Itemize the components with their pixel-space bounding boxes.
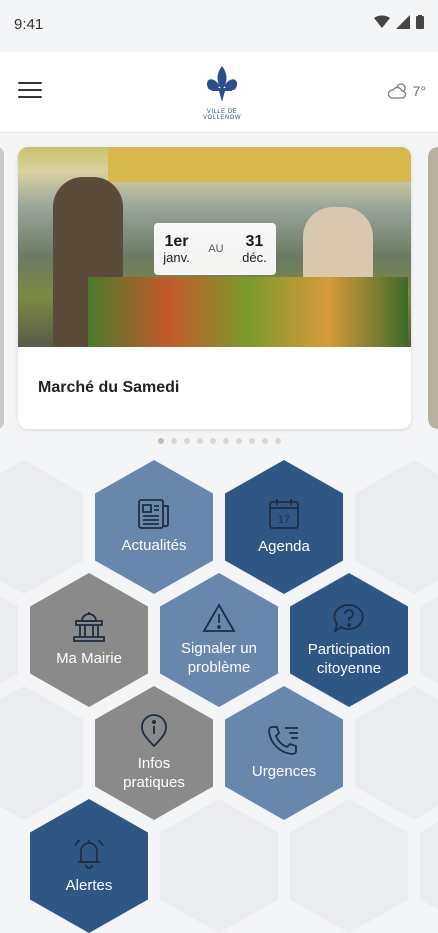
event-photo: 1er janv. AU 31 déc. <box>18 147 411 347</box>
tile-label: Alertes <box>65 877 113 895</box>
carousel-next-card[interactable] <box>428 147 438 429</box>
status-icons <box>374 15 424 29</box>
pagination-dot[interactable] <box>196 438 203 444</box>
calendar-icon: 17 <box>269 499 299 530</box>
tile-label: Actualités <box>121 537 187 555</box>
pagination-dot[interactable] <box>261 438 268 444</box>
carousel-prev-card[interactable] <box>0 147 4 429</box>
pagination-dot[interactable] <box>222 438 229 444</box>
pagination-dot[interactable] <box>248 438 255 444</box>
event-start-month: janv. <box>163 249 190 265</box>
pagination-dot[interactable] <box>170 438 177 444</box>
wifi-icon <box>374 15 390 28</box>
hex-placeholder <box>420 799 438 933</box>
cloud-sun-icon <box>387 83 406 99</box>
tile-label: Participation citoyenne <box>307 640 391 678</box>
weather-temperature: 7° <box>412 83 426 99</box>
tile-label: Signaler un problème <box>181 639 257 677</box>
phone-list-icon <box>268 726 298 756</box>
event-end-day: 31 <box>245 232 264 250</box>
status-bar: 9:41 <box>0 0 438 52</box>
weather-widget[interactable]: 7° <box>387 82 426 100</box>
question-bubble-icon <box>333 603 364 633</box>
calendar-day: 17 <box>278 514 290 526</box>
event-card[interactable]: 1er janv. AU 31 déc. Marché du Samedi <box>18 147 411 429</box>
carousel-pagination <box>0 438 438 444</box>
town-hall-icon <box>73 612 105 643</box>
info-pin-icon <box>141 713 167 747</box>
hamburger-menu-icon[interactable] <box>18 82 42 102</box>
pagination-dot[interactable] <box>209 438 216 444</box>
logo-text: VILLE DE VOLLENOW <box>202 109 241 121</box>
fleur-de-lis-icon <box>206 66 238 102</box>
hex-menu: Actualités 17 Agenda Ma Mairie Signaler … <box>0 455 438 933</box>
tile-label: Ma Mairie <box>56 650 122 668</box>
event-carousel[interactable]: 1er janv. AU 31 déc. Marché du Samedi <box>0 132 438 447</box>
battery-icon <box>416 15 424 29</box>
pagination-dot[interactable] <box>183 438 190 444</box>
newspaper-icon <box>138 499 169 530</box>
pagination-dot[interactable] <box>274 438 281 444</box>
tile-urgences[interactable]: Urgences <box>225 686 343 820</box>
pagination-dot[interactable] <box>157 438 164 444</box>
tile-label: Urgences <box>251 763 317 781</box>
app-header: VILLE DE VOLLENOW 7° <box>0 52 438 133</box>
signal-icon <box>396 15 410 29</box>
pagination-dot[interactable] <box>235 438 242 444</box>
warning-icon <box>202 602 236 632</box>
event-title: Marché du Samedi <box>38 379 180 396</box>
tile-alertes[interactable]: Alertes <box>30 799 148 933</box>
event-start-day: 1er <box>164 232 189 250</box>
tile-label: Agenda <box>258 538 310 556</box>
event-end-month: déc. <box>242 249 267 265</box>
event-date-range: 1er janv. AU 31 déc. <box>154 223 276 275</box>
date-separator: AU <box>208 243 224 255</box>
status-time: 9:41 <box>14 16 44 33</box>
tile-label: Infos pratiques <box>123 754 185 792</box>
bell-alert-icon <box>74 839 104 870</box>
town-logo[interactable]: VILLE DE VOLLENOW <box>200 64 244 121</box>
